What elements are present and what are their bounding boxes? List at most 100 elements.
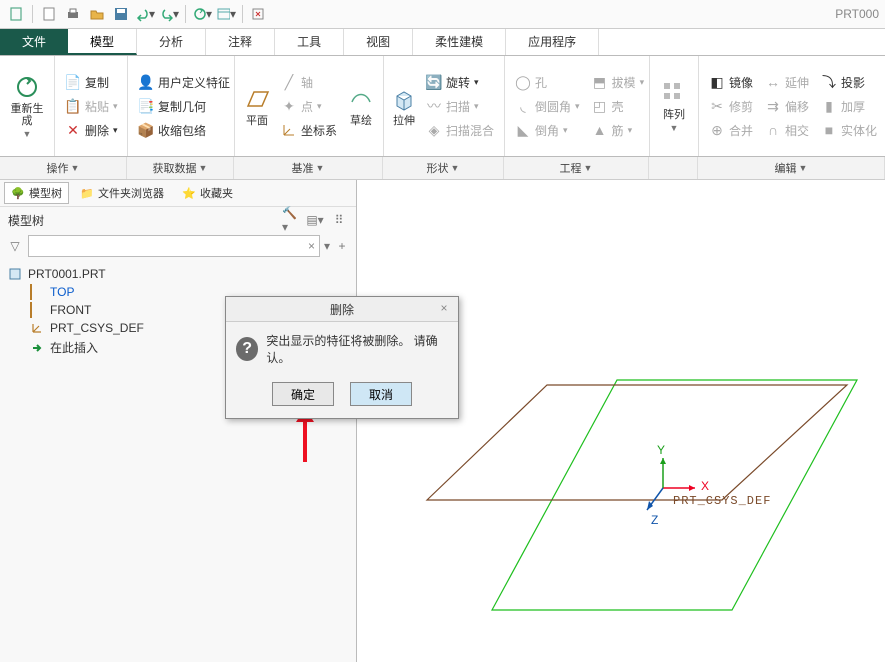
plane-button[interactable]: 平面 [241, 60, 273, 152]
extend-icon: ↔ [765, 74, 781, 90]
tree-tools: 🔨▾ ▤▾ ⠿ [282, 211, 348, 229]
tree-tool-settings-icon[interactable]: ⠿ [330, 211, 348, 229]
offset-button[interactable]: ⇉偏移 [761, 95, 813, 117]
tab-flex[interactable]: 柔性建模 [413, 29, 506, 55]
tab-tools[interactable]: 工具 [275, 29, 344, 55]
group-shape[interactable]: 形状▼ [383, 157, 504, 179]
group-edit[interactable]: 编辑▼ [698, 157, 885, 179]
filter-input[interactable] [33, 238, 308, 254]
delete-button[interactable]: ✕删除▾ [61, 119, 122, 141]
sweep-button[interactable]: 〰扫描▾ [422, 95, 498, 117]
thick-icon: ▮ [821, 98, 837, 114]
separator [32, 5, 33, 23]
tab-analysis[interactable]: 分析 [137, 29, 206, 55]
copy-button[interactable]: 📄复制 [61, 71, 122, 93]
hole-button[interactable]: ◯孔 [511, 71, 584, 93]
group-pattern [649, 157, 698, 179]
separator [242, 5, 243, 23]
tab-view[interactable]: 视图 [344, 29, 413, 55]
paste-button[interactable]: 📋粘贴▾ [61, 95, 122, 117]
folder-icon: 📁 [80, 186, 94, 200]
intersect-button[interactable]: ∩相交 [761, 119, 813, 141]
undo-icon[interactable]: ▾ [135, 4, 155, 24]
sketch-button[interactable]: 草绘 [345, 60, 377, 152]
filter-icon[interactable]: ▽ [6, 237, 24, 255]
tab-model[interactable]: 模型 [68, 29, 137, 55]
rib-button[interactable]: ▲筋▾ [588, 119, 649, 141]
merge-button[interactable]: ⊕合并 [705, 119, 757, 141]
round-button[interactable]: ◟倒圆角▾ [511, 95, 584, 117]
blend-icon: ◈ [426, 122, 442, 138]
ribbon-group-labels: 操作▼ 获取数据▼ 基准▼ 形状▼ 工程▼ 编辑▼ [0, 157, 885, 180]
close-win-icon[interactable] [249, 4, 269, 24]
cancel-button[interactable]: 取消 [350, 382, 412, 406]
draft-button[interactable]: ⬒拔模▾ [588, 71, 649, 93]
delete-dialog: 删除 × ? 突出显示的特征将被删除。 请确认。 确定 取消 [225, 296, 459, 419]
tree-tool-show-icon[interactable]: ▤▾ [306, 211, 324, 229]
mirror-button[interactable]: ◧镜像 [705, 71, 757, 93]
thicken-button[interactable]: ▮加厚 [817, 95, 881, 117]
sidetab-folder[interactable]: 📁文件夹浏览器 [73, 182, 171, 204]
blend-button[interactable]: ◈扫描混合 [422, 119, 498, 141]
plane-icon [30, 303, 44, 317]
solidify-button[interactable]: ■实体化 [817, 119, 881, 141]
trim-button[interactable]: ✂修剪 [705, 95, 757, 117]
pattern-button[interactable]: 阵列▼ [656, 60, 692, 152]
tree-tool-hammer-icon[interactable]: 🔨▾ [282, 211, 300, 229]
extend-button[interactable]: ↔延伸 [761, 71, 813, 93]
dialog-close-button[interactable]: × [436, 300, 452, 316]
tree-header-label: 模型树 [8, 212, 44, 229]
axis-button[interactable]: ╱轴 [277, 71, 341, 93]
hole-icon: ◯ [515, 74, 531, 90]
copygeom-button[interactable]: 📑复制几何 [134, 95, 234, 117]
sidebar-tabs: 🌳模型树 📁文件夹浏览器 ⭐收藏夹 [0, 180, 356, 207]
revolve-icon: 🔄 [426, 74, 442, 90]
copygeom-icon: 📑 [138, 98, 154, 114]
filter-dropdown[interactable]: ▾ [324, 239, 330, 253]
new-doc-icon[interactable] [39, 4, 59, 24]
dialog-titlebar[interactable]: 删除 × [226, 297, 458, 322]
revolve-button[interactable]: 🔄旋转▾ [422, 71, 498, 93]
regenerate-button[interactable]: 重新生成▼ [6, 60, 48, 152]
csys-icon [30, 321, 44, 335]
ok-button[interactable]: 确定 [272, 382, 334, 406]
paste-icon: 📋 [65, 98, 81, 114]
shell-button[interactable]: ◰壳 [588, 95, 649, 117]
print-icon[interactable] [63, 4, 83, 24]
star-icon: ⭐ [182, 186, 196, 200]
group-datum[interactable]: 基准▼ [234, 157, 383, 179]
sidetab-model-tree[interactable]: 🌳模型树 [4, 182, 69, 204]
tab-file[interactable]: 文件 [0, 29, 68, 55]
tab-apps[interactable]: 应用程序 [506, 29, 599, 55]
regen-icon[interactable]: ▾ [192, 4, 212, 24]
new-icon[interactable] [6, 4, 26, 24]
sidetab-favorites[interactable]: ⭐收藏夹 [175, 182, 240, 204]
udf-icon: 👤 [138, 74, 154, 90]
chamfer-button[interactable]: ◣倒角▾ [511, 119, 584, 141]
axis-x-label: X [701, 479, 709, 493]
window-icon[interactable]: ▾ [216, 4, 236, 24]
filter-clear[interactable]: × [308, 239, 315, 253]
save-icon[interactable] [111, 4, 131, 24]
group-operate[interactable]: 操作▼ [0, 157, 127, 179]
udf-button[interactable]: 👤用户定义特征 [134, 71, 234, 93]
intersect-icon: ∩ [765, 122, 781, 138]
chamfer-icon: ◣ [515, 122, 531, 138]
extrude-button[interactable]: 拉伸 [390, 60, 418, 152]
open-icon[interactable] [87, 4, 107, 24]
csys-button[interactable]: 坐标系 [277, 119, 341, 141]
group-getdata[interactable]: 获取数据▼ [127, 157, 234, 179]
shrinkwrap-button[interactable]: 📦收缩包络 [134, 119, 234, 141]
tree-root[interactable]: PRT0001.PRT [0, 265, 356, 283]
filter-add[interactable]: + [334, 239, 350, 253]
graphics-canvas[interactable]: X Y Z PRT_CSYS_DEF [357, 180, 885, 662]
group-engineering[interactable]: 工程▼ [504, 157, 649, 179]
axis-icon: ╱ [281, 74, 297, 90]
mirror-icon: ◧ [709, 74, 725, 90]
project-button[interactable]: ⤵投影 [817, 71, 881, 93]
redo-icon[interactable]: ▾ [159, 4, 179, 24]
tab-annotate[interactable]: 注释 [206, 29, 275, 55]
insert-arrow-icon [30, 341, 44, 355]
filter-input-box[interactable]: × [28, 235, 320, 257]
point-button[interactable]: ✦点▾ [277, 95, 341, 117]
